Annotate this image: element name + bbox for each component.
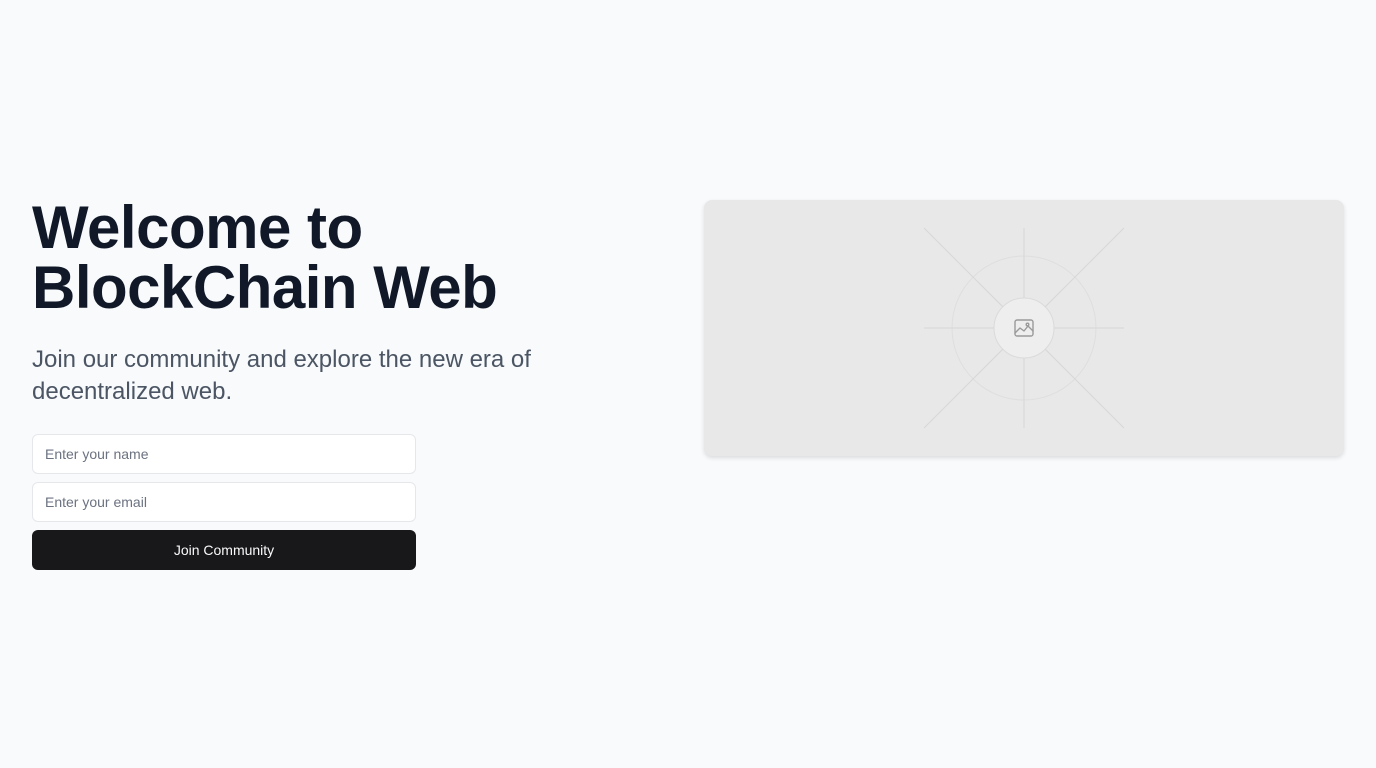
signup-form: Join Community [32, 434, 416, 570]
name-input[interactable] [32, 434, 416, 474]
hero-image-placeholder [704, 200, 1344, 456]
hero-title-line-2: BlockChain Web [32, 254, 498, 321]
email-input[interactable] [32, 482, 416, 522]
hero-section: Welcome to BlockChain Web Join our commu… [32, 198, 632, 570]
placeholder-graphic [923, 227, 1125, 429]
hero-title: Welcome to BlockChain Web [32, 198, 632, 318]
hero-title-line-1: Welcome to [32, 194, 363, 261]
join-community-button[interactable]: Join Community [32, 530, 416, 570]
hero-subtitle: Join our community and explore the new e… [32, 346, 531, 405]
landing-page: Welcome to BlockChain Web Join our commu… [0, 0, 1376, 768]
